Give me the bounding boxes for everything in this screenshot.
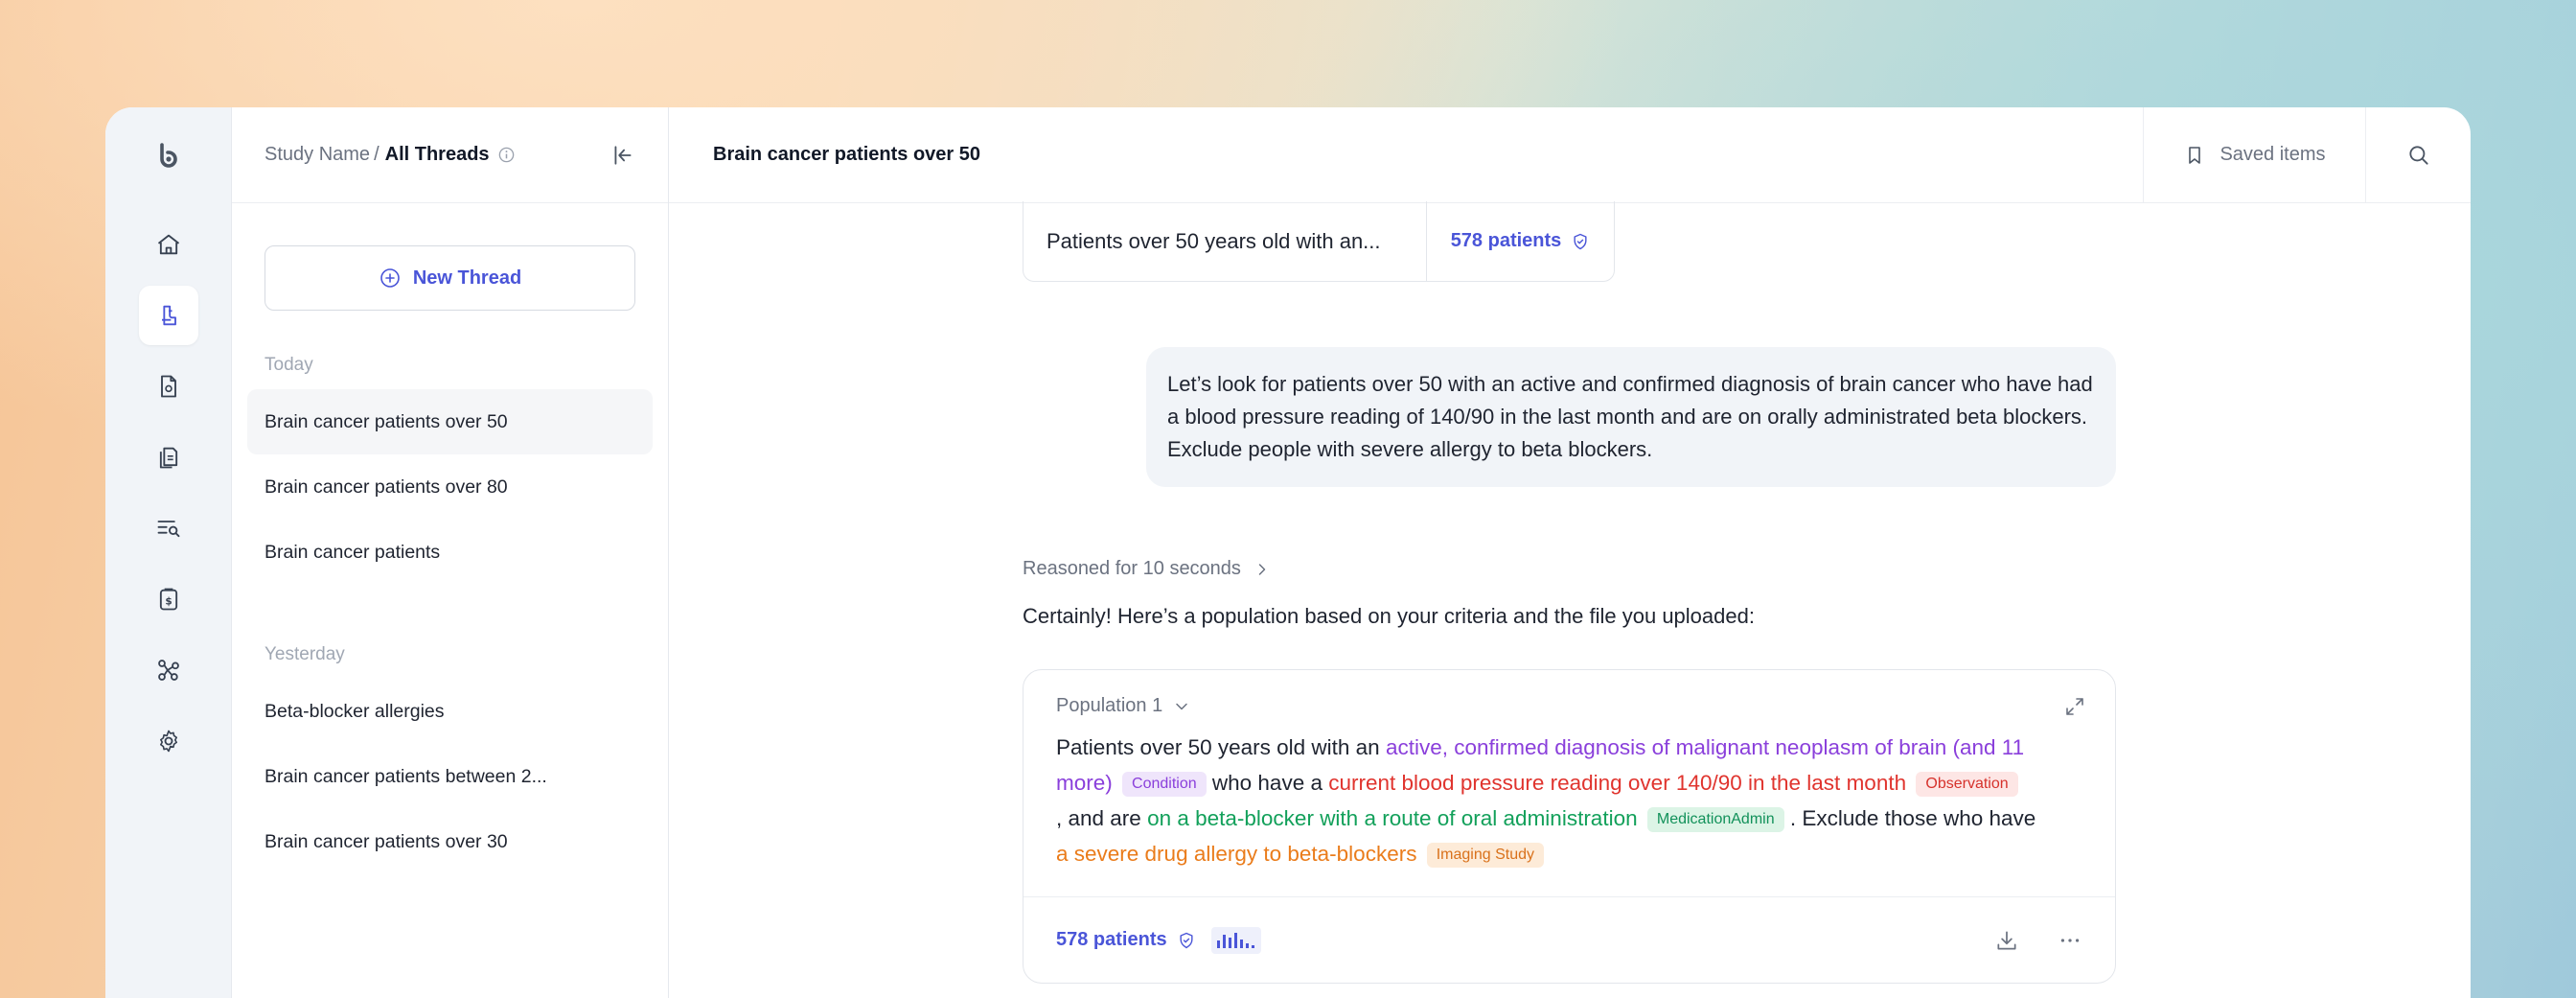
shield-check-icon [1177,931,1196,950]
new-thread-button[interactable]: New Thread [264,245,635,311]
criteria-text: , and are [1056,806,1148,830]
patient-count: 578 patients [1450,230,1562,251]
main-header: Brain cancer patients over 50 Saved item… [669,107,2471,203]
document-icon[interactable] [139,357,198,416]
group-label-yesterday: Yesterday [264,644,345,664]
plus-circle-icon [379,267,402,290]
chevron-right-icon [1253,560,1272,579]
search-icon [2406,143,2431,168]
chevron-down-icon [1172,697,1191,716]
criteria-observation[interactable]: current blood pressure reading over 140/… [1328,771,1906,795]
criteria-text: Patients over 50 years old with an [1056,735,1386,759]
billing-icon[interactable]: $ [139,569,198,629]
network-icon[interactable] [139,640,198,700]
population-dropdown[interactable]: Population 1 [1056,695,1191,717]
population-criteria: Patients over 50 years old with an activ… [1056,730,2082,871]
icon-rail: $ [105,107,232,998]
threads-panel: Study Name / All Threads New Thread Toda… [232,107,669,998]
search-list-icon[interactable] [139,499,198,558]
histogram-icon[interactable] [1210,926,1261,954]
saved-items-label: Saved items [2220,144,2326,165]
settings-icon[interactable] [139,711,198,771]
criteria-text: who have a [1206,771,1329,795]
thread-item[interactable]: Brain cancer patients between 2... [247,744,653,809]
previous-population-count[interactable]: 578 patients [1426,200,1614,282]
app-window: $ Study Name / All Threads New Thread To… [105,107,2471,998]
files-icon[interactable] [139,428,198,487]
logo-icon[interactable] [150,136,188,174]
info-icon[interactable] [497,146,516,164]
thread-item[interactable]: Brain cancer patients [247,520,653,585]
studies-icon[interactable] [138,286,198,345]
population-count[interactable]: 578 patients [1056,929,1196,951]
search-button[interactable] [2365,107,2471,203]
criteria-medication[interactable]: on a beta-blocker with a route of oral a… [1147,806,1638,830]
bookmark-icon [2183,144,2206,167]
saved-items-button[interactable]: Saved items [2143,107,2365,203]
breadcrumb-current: All Threads [384,144,490,165]
expand-icon[interactable] [2063,695,2086,723]
population-card: Population 1 Patients over 50 years old … [1023,669,2116,984]
breadcrumb-study[interactable]: Study Name [264,144,370,166]
home-icon[interactable] [139,215,198,274]
tag-observation: Observation [1916,772,2018,797]
criteria-text: . Exclude those who have [1783,806,2036,830]
thread-item[interactable]: Beta-blocker allergies [247,679,653,744]
group-label-today: Today [264,355,313,375]
previous-population-chip[interactable]: Patients over 50 years old with an... 57… [1023,200,1615,282]
page-title: Brain cancer patients over 50 [713,144,981,165]
thread-item[interactable]: Brain cancer patients over 80 [247,454,653,520]
breadcrumb: Study Name / All Threads [232,107,668,203]
population-title: Population 1 [1056,695,1163,716]
patient-count: 578 patients [1056,929,1167,950]
chat-content: Patients over 50 years old with an... 57… [669,200,2471,998]
tag-medication: MedicationAdmin [1646,807,1784,832]
tag-condition: Condition [1122,772,1207,797]
tag-imaging-study: Imaging Study [1426,843,1544,868]
assistant-message: Certainly! Here’s a population based on … [1023,604,1755,628]
reasoning-label: Reasoned for 10 seconds [1023,558,1241,579]
svg-text:$: $ [165,595,172,607]
new-thread-label: New Thread [412,267,522,289]
user-message: Let’s look for patients over 50 with an … [1146,347,2116,487]
shield-check-icon [1571,232,1590,251]
more-icon[interactable] [2058,928,2082,953]
reasoning-toggle[interactable]: Reasoned for 10 seconds [1023,558,1272,580]
breadcrumb-separator: / [374,144,380,165]
criteria-exclusion[interactable]: a severe drug allergy to beta-blockers [1056,842,1416,866]
download-icon[interactable] [1994,928,2019,953]
previous-population-text: Patients over 50 years old with an... [1046,228,1381,253]
main-area: Brain cancer patients over 50 Saved item… [669,107,2471,998]
collapse-icon[interactable] [610,143,635,168]
thread-item[interactable]: Brain cancer patients over 50 [247,389,653,454]
population-footer: 578 patients [1024,896,2115,983]
thread-item[interactable]: Brain cancer patients over 30 [247,809,653,874]
